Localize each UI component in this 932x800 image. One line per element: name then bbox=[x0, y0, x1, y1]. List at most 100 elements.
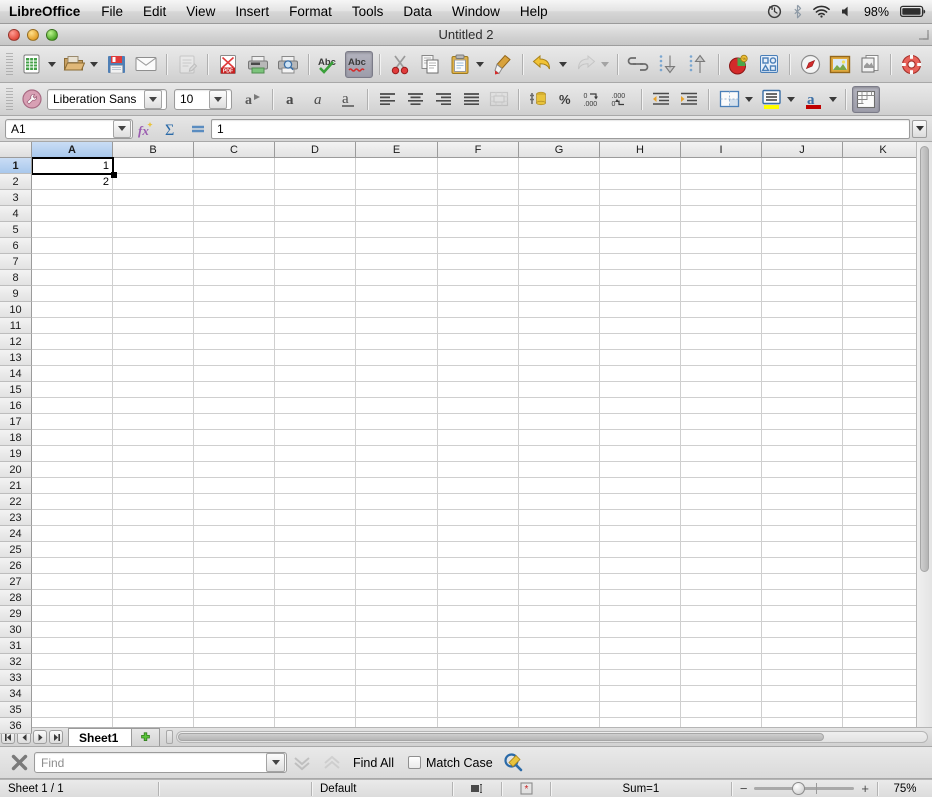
select-all-corner[interactable] bbox=[0, 142, 32, 158]
menu-app-name[interactable]: LibreOffice bbox=[0, 4, 91, 19]
cell-E34[interactable] bbox=[356, 686, 438, 702]
cell-G3[interactable] bbox=[519, 190, 600, 206]
email-button[interactable] bbox=[132, 51, 160, 78]
cell-H7[interactable] bbox=[600, 254, 681, 270]
conditional-formatting-button[interactable] bbox=[852, 85, 880, 113]
column-header-H[interactable]: H bbox=[600, 142, 681, 158]
cell-B11[interactable] bbox=[113, 318, 194, 334]
cell-G27[interactable] bbox=[519, 574, 600, 590]
cell-K18[interactable] bbox=[843, 430, 924, 446]
cell-A30[interactable] bbox=[32, 622, 113, 638]
cell-E9[interactable] bbox=[356, 286, 438, 302]
cell-K28[interactable] bbox=[843, 590, 924, 606]
cell-J13[interactable] bbox=[762, 350, 843, 366]
cell-D29[interactable] bbox=[275, 606, 356, 622]
cell-D10[interactable] bbox=[275, 302, 356, 318]
sum-button[interactable]: Σ bbox=[159, 118, 185, 140]
function-wizard-button[interactable]: fx bbox=[133, 118, 159, 140]
cell-B13[interactable] bbox=[113, 350, 194, 366]
cell-A7[interactable] bbox=[32, 254, 113, 270]
cell-A25[interactable] bbox=[32, 542, 113, 558]
cell-A34[interactable] bbox=[32, 686, 113, 702]
cell-B17[interactable] bbox=[113, 414, 194, 430]
cell-H6[interactable] bbox=[600, 238, 681, 254]
paste-dropdown-icon[interactable] bbox=[476, 61, 484, 67]
cell-B2[interactable] bbox=[113, 174, 194, 190]
cell-J21[interactable] bbox=[762, 478, 843, 494]
styles-button[interactable] bbox=[18, 86, 46, 113]
row-header-24[interactable]: 24 bbox=[0, 526, 32, 542]
cell-H27[interactable] bbox=[600, 574, 681, 590]
merge-cells-button[interactable] bbox=[486, 87, 512, 112]
find-history-dropdown-button[interactable] bbox=[266, 753, 285, 772]
cell-F15[interactable] bbox=[438, 382, 519, 398]
cell-F9[interactable] bbox=[438, 286, 519, 302]
cell-B1[interactable] bbox=[113, 158, 194, 174]
background-color-dropdown-icon[interactable] bbox=[787, 96, 795, 102]
cell-C36[interactable] bbox=[194, 718, 275, 727]
find-and-replace-button[interactable] bbox=[500, 749, 528, 776]
cell-A29[interactable] bbox=[32, 606, 113, 622]
cell-A13[interactable] bbox=[32, 350, 113, 366]
cell-A15[interactable] bbox=[32, 382, 113, 398]
cell-E18[interactable] bbox=[356, 430, 438, 446]
cell-I9[interactable] bbox=[681, 286, 762, 302]
time-machine-icon[interactable] bbox=[767, 4, 782, 19]
cell-B36[interactable] bbox=[113, 718, 194, 727]
menu-item-data[interactable]: Data bbox=[393, 4, 442, 19]
menu-item-insert[interactable]: Insert bbox=[225, 4, 279, 19]
cell-C32[interactable] bbox=[194, 654, 275, 670]
cell-D7[interactable] bbox=[275, 254, 356, 270]
row-header-26[interactable]: 26 bbox=[0, 558, 32, 574]
cell-E2[interactable] bbox=[356, 174, 438, 190]
name-box-dropdown-button[interactable] bbox=[113, 119, 131, 138]
cell-A31[interactable] bbox=[32, 638, 113, 654]
cell-B19[interactable] bbox=[113, 446, 194, 462]
cell-F26[interactable] bbox=[438, 558, 519, 574]
cell-A36[interactable] bbox=[32, 718, 113, 727]
zoom-slider-knob[interactable] bbox=[792, 782, 806, 795]
row-header-2[interactable]: 2 bbox=[0, 174, 32, 190]
cell-K30[interactable] bbox=[843, 622, 924, 638]
cell-C27[interactable] bbox=[194, 574, 275, 590]
cell-F27[interactable] bbox=[438, 574, 519, 590]
zoom-level-label[interactable]: 75% bbox=[878, 780, 932, 798]
cell-A23[interactable] bbox=[32, 510, 113, 526]
cell-H10[interactable] bbox=[600, 302, 681, 318]
horizontal-split-handle[interactable] bbox=[166, 730, 174, 744]
cell-A33[interactable] bbox=[32, 670, 113, 686]
cell-F25[interactable] bbox=[438, 542, 519, 558]
menu-item-format[interactable]: Format bbox=[279, 4, 342, 19]
cell-K2[interactable] bbox=[843, 174, 924, 190]
wifi-icon[interactable] bbox=[813, 5, 830, 18]
bluetooth-icon[interactable] bbox=[793, 4, 802, 19]
cell-B18[interactable] bbox=[113, 430, 194, 446]
cell-H21[interactable] bbox=[600, 478, 681, 494]
cell-C7[interactable] bbox=[194, 254, 275, 270]
align-center-button[interactable] bbox=[402, 87, 428, 112]
cell-D15[interactable] bbox=[275, 382, 356, 398]
cell-C14[interactable] bbox=[194, 366, 275, 382]
cell-K22[interactable] bbox=[843, 494, 924, 510]
help-button[interactable] bbox=[897, 51, 925, 78]
cell-C28[interactable] bbox=[194, 590, 275, 606]
cell-C12[interactable] bbox=[194, 334, 275, 350]
menu-item-view[interactable]: View bbox=[176, 4, 225, 19]
cell-D35[interactable] bbox=[275, 702, 356, 718]
cell-E24[interactable] bbox=[356, 526, 438, 542]
cell-G16[interactable] bbox=[519, 398, 600, 414]
cell-H30[interactable] bbox=[600, 622, 681, 638]
cell-J12[interactable] bbox=[762, 334, 843, 350]
cell-K16[interactable] bbox=[843, 398, 924, 414]
cell-D27[interactable] bbox=[275, 574, 356, 590]
edit-file-button[interactable] bbox=[173, 51, 201, 78]
cell-C15[interactable] bbox=[194, 382, 275, 398]
cell-C10[interactable] bbox=[194, 302, 275, 318]
gallery-button[interactable] bbox=[826, 51, 854, 78]
export-pdf-button[interactable]: PDF bbox=[214, 51, 242, 78]
cell-K1[interactable] bbox=[843, 158, 924, 174]
cell-A9[interactable] bbox=[32, 286, 113, 302]
row-header-10[interactable]: 10 bbox=[0, 302, 32, 318]
cell-C3[interactable] bbox=[194, 190, 275, 206]
cell-C20[interactable] bbox=[194, 462, 275, 478]
